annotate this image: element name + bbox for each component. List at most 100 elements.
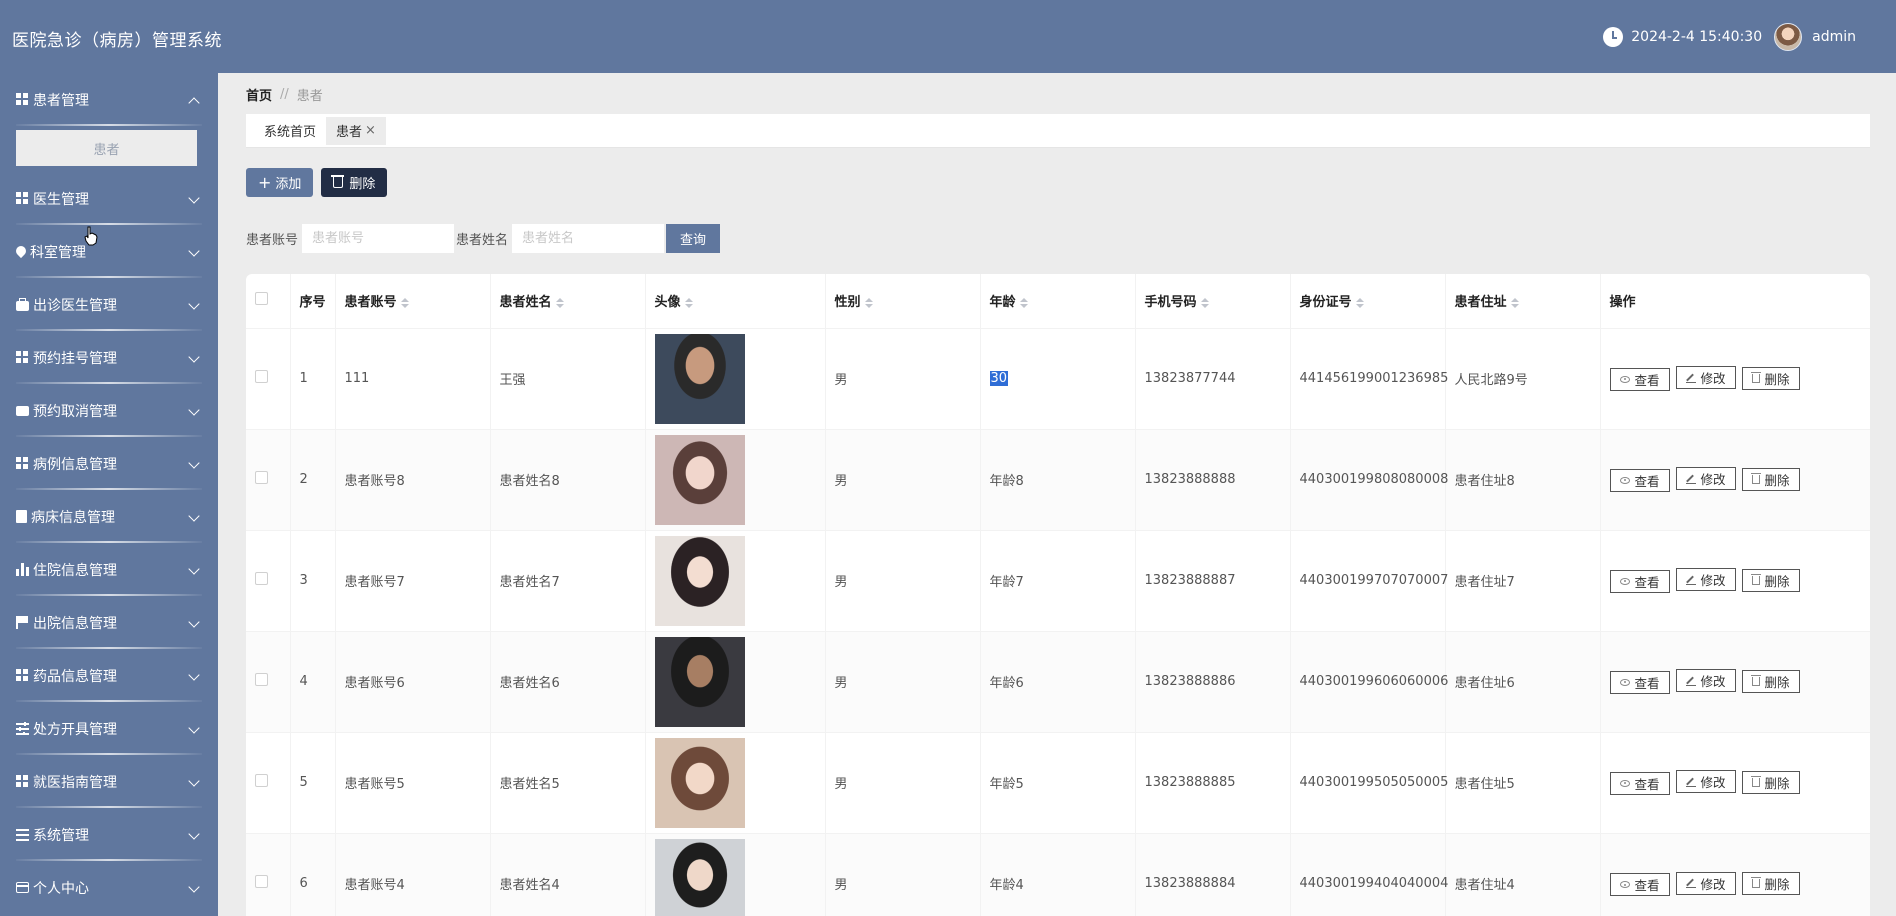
column-header[interactable]: 身份证号 [1290, 274, 1446, 328]
username[interactable]: admin [1812, 29, 1856, 45]
row-delete-button[interactable]: 删除 [1741, 568, 1800, 592]
edit-button[interactable]: 修改 [1675, 568, 1736, 592]
column-header[interactable]: 手机号码 [1135, 274, 1291, 328]
patient-photo[interactable] [654, 434, 745, 525]
sidebar-item-discharge[interactable]: 出院信息管理 [0, 596, 218, 649]
cell-age: 年龄5 [980, 731, 1136, 833]
avatar[interactable] [1774, 23, 1803, 51]
column-header[interactable]: 患者姓名 [490, 274, 646, 328]
sidebar-item-cases[interactable]: 病例信息管理 [0, 437, 218, 490]
sort-icon[interactable] [864, 297, 873, 308]
sidebar-item-doctors[interactable]: 医生管理 [0, 172, 218, 225]
sidebar-item-medicines[interactable]: 药品信息管理 [0, 649, 218, 702]
actions-cell: 查看 修改 删除 [1600, 327, 1870, 429]
row-checkbox[interactable] [255, 774, 268, 787]
sidebar-item-guide[interactable]: 就医指南管理 [0, 755, 218, 808]
card-icon [16, 882, 29, 893]
row-delete-button[interactable]: 删除 [1741, 467, 1800, 491]
select-all-checkbox[interactable] [255, 292, 268, 306]
row-checkbox[interactable] [255, 572, 268, 585]
sidebar-item-system[interactable]: 系统管理 [0, 808, 218, 861]
chevron-down-icon [188, 616, 200, 628]
breadcrumb-home[interactable]: 首页 [246, 85, 272, 104]
eye-icon [1619, 678, 1630, 686]
view-button[interactable]: 查看 [1609, 569, 1670, 593]
sidebar-item-appointment-cancel[interactable]: 预约取消管理 [0, 384, 218, 437]
edit-button[interactable]: 修改 [1675, 770, 1736, 794]
patient-photo[interactable] [654, 737, 745, 828]
sidebar-item-prescriptions[interactable]: 处方开具管理 [0, 702, 218, 755]
account-label: 患者账号 [246, 233, 299, 248]
cell-phone: 13823888886 [1135, 630, 1291, 732]
sidebar-item-departments[interactable]: 科室管理 [0, 225, 218, 278]
sidebar-item-beds[interactable]: 病床信息管理 [0, 490, 218, 543]
chevron-down-icon [188, 351, 200, 363]
chevron-down-icon [188, 298, 200, 310]
view-button[interactable]: 查看 [1609, 367, 1670, 391]
main-content: 首页 // 患者 系统首页 患者 × + 添加 删除 患者账号 患者姓名 查询 [218, 73, 1896, 916]
column-header[interactable]: 年龄 [980, 274, 1136, 328]
patient-photo[interactable] [654, 838, 745, 916]
sort-icon[interactable] [1019, 297, 1028, 308]
sidebar-item-appointments[interactable]: 预约挂号管理 [0, 331, 218, 384]
cell-account: 111 [335, 327, 491, 429]
sort-icon[interactable] [1200, 297, 1209, 308]
table-row: 3 患者账号7 患者姓名7 男年龄7 13823888887 44030019970707… [246, 529, 1870, 631]
sort-icon[interactable] [400, 297, 409, 308]
row-delete-button[interactable]: 删除 [1741, 669, 1800, 693]
row-checkbox[interactable] [255, 370, 268, 383]
view-button[interactable]: 查看 [1609, 468, 1670, 492]
row-delete-button[interactable]: 删除 [1741, 366, 1800, 390]
column-header[interactable]: 患者住址 [1445, 274, 1601, 328]
edit-button[interactable]: 修改 [1675, 669, 1736, 693]
patient-photo[interactable] [654, 636, 745, 727]
close-icon[interactable]: × [365, 123, 376, 138]
view-button[interactable]: 查看 [1609, 873, 1670, 896]
view-button[interactable]: 查看 [1609, 670, 1670, 694]
cell-address: 患者住址5 [1445, 731, 1601, 833]
sort-icon[interactable] [555, 297, 564, 308]
tab-patients[interactable]: 患者 × [326, 116, 386, 145]
account-input[interactable] [302, 224, 455, 253]
row-delete-button[interactable]: 删除 [1741, 872, 1800, 895]
row-checkbox[interactable] [255, 673, 268, 686]
patient-photo[interactable] [654, 333, 745, 424]
query-button[interactable]: 查询 [666, 224, 721, 253]
sidebar-item-profile[interactable]: 个人中心 [0, 861, 218, 914]
cell-account: 患者账号7 [335, 529, 491, 631]
cell-gender: 男 [825, 731, 981, 833]
delete-button[interactable]: 删除 [321, 168, 388, 197]
header-right: 2024-2-4 15:40:30 admin [1603, 22, 1856, 52]
delete-label: 删除 [1764, 877, 1790, 892]
column-header[interactable]: 性别 [825, 274, 981, 328]
column-header[interactable]: 患者账号 [335, 274, 491, 328]
view-label: 查看 [1634, 372, 1660, 388]
edit-button[interactable]: 修改 [1675, 467, 1736, 491]
clipboard-icon [16, 510, 27, 523]
name-input[interactable] [512, 224, 665, 253]
sidebar-item-patients[interactable]: 患者管理 [0, 73, 218, 126]
flag-icon [16, 616, 29, 629]
patient-photo[interactable] [654, 535, 745, 626]
bar-chart-icon [16, 563, 29, 576]
add-button[interactable]: + 添加 [246, 168, 314, 197]
sort-icon[interactable] [684, 297, 693, 308]
view-button[interactable]: 查看 [1609, 771, 1670, 795]
column-header[interactable]: 头像 [645, 274, 826, 328]
grid-icon [16, 93, 29, 106]
tab-home[interactable]: 系统首页 [254, 117, 326, 145]
cell-idcard: 440300199505050005 [1290, 731, 1448, 833]
sort-icon[interactable] [1510, 297, 1519, 308]
row-checkbox[interactable] [255, 471, 268, 484]
edit-button[interactable]: 修改 [1675, 366, 1736, 390]
table-body: 1 111 王强男 30 13823877744 441456199001236985 人民… [246, 327, 1870, 916]
sidebar-item-admission[interactable]: 住院信息管理 [0, 543, 218, 596]
grid-icon [16, 775, 29, 788]
breadcrumb-separator: // [280, 87, 289, 102]
edit-button[interactable]: 修改 [1675, 871, 1736, 895]
sidebar-subitem-patient[interactable]: 患者 [16, 130, 197, 166]
row-delete-button[interactable]: 删除 [1741, 770, 1800, 794]
sort-icon[interactable] [1355, 297, 1364, 308]
sidebar-item-visiting-doctors[interactable]: 出诊医生管理 [0, 278, 218, 331]
row-checkbox[interactable] [255, 875, 268, 889]
